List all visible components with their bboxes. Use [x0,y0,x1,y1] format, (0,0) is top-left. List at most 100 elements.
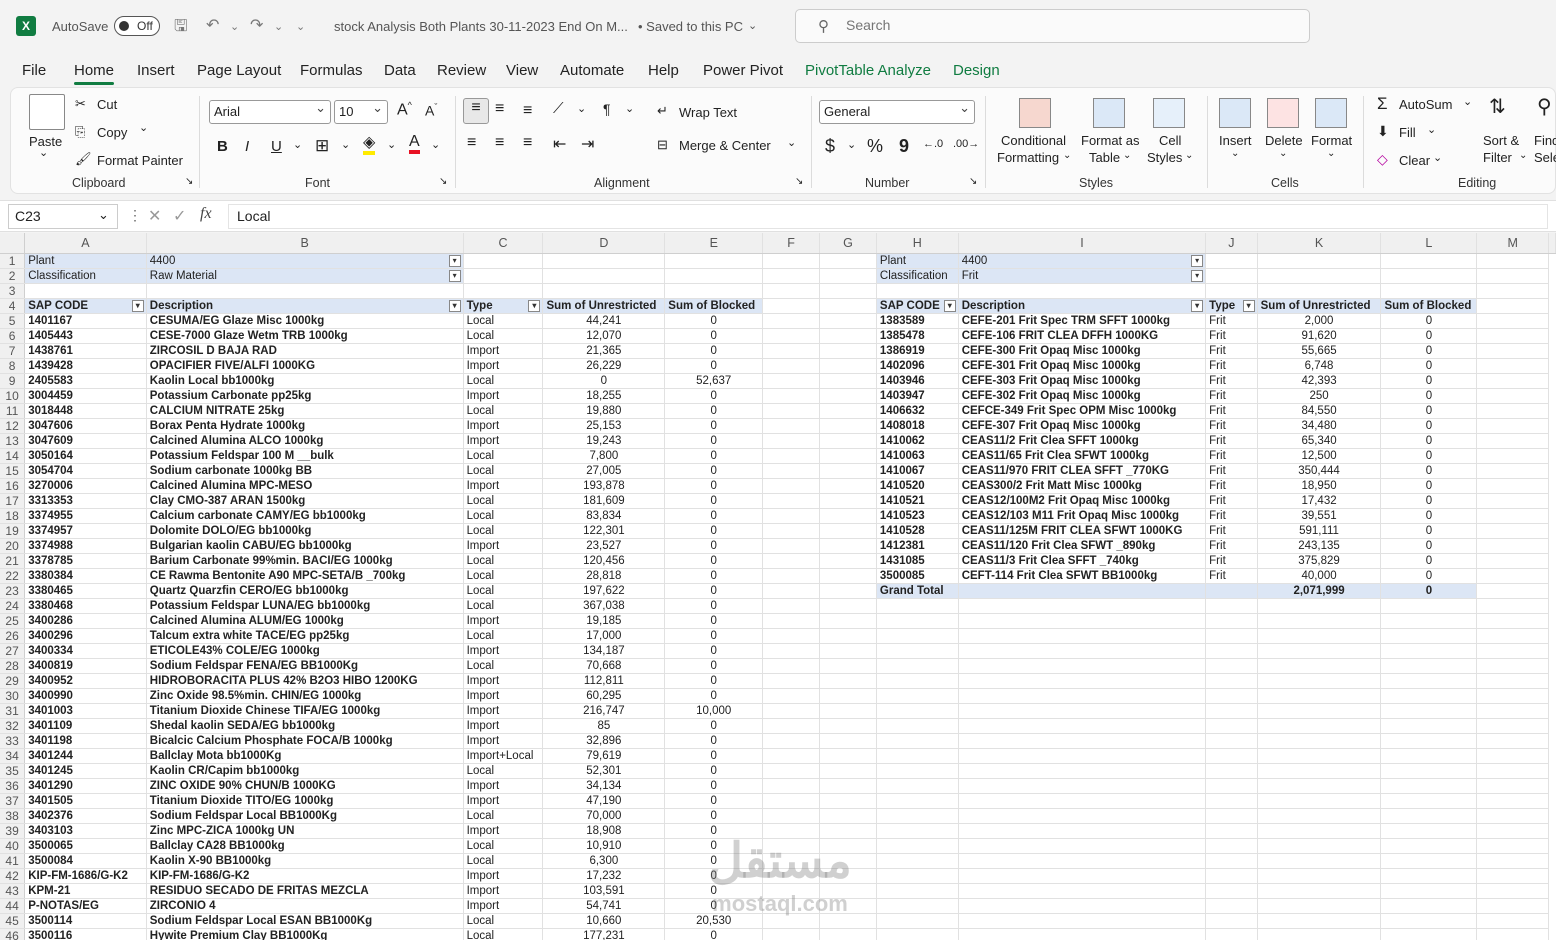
left-description[interactable]: Hywite Premium Clay BB1000Kg [146,928,464,940]
left-unrestricted[interactable]: 19,880 [542,403,666,419]
cell[interactable] [762,478,821,494]
left-blocked[interactable]: 0 [664,523,764,539]
right-unrestricted[interactable]: 250 [1257,388,1382,404]
left-unrestricted[interactable]: 34,134 [542,778,666,794]
cell[interactable] [958,628,1207,644]
align-left-icon[interactable]: ≡ [467,134,476,152]
column-header-d[interactable]: D [542,233,666,254]
clear-button[interactable]: Clear [1399,153,1430,168]
tab-design[interactable]: Design [953,62,1000,79]
cell[interactable] [819,403,877,419]
row-header[interactable]: 34 [0,748,26,764]
left-type[interactable]: Import [463,898,544,914]
right-blocked[interactable]: 0 [1380,508,1478,524]
cell[interactable] [1380,928,1478,940]
left-plant-filter[interactable]: 4400 ▾ [146,253,464,269]
right-blocked[interactable]: 0 [1380,343,1478,359]
left-type[interactable]: Local [463,568,544,584]
right-type[interactable]: Frit [1205,478,1258,494]
cell[interactable] [1476,613,1549,629]
left-sap-code[interactable]: 3378785 [24,553,147,569]
cell[interactable] [1476,628,1549,644]
cell[interactable] [1257,703,1382,719]
cell[interactable] [876,673,959,689]
left-description[interactable]: Quartz Quarzfin CERO/EG bb1000kg [146,583,464,599]
increase-indent-icon[interactable]: ⇥ [581,134,594,154]
cell[interactable] [876,748,959,764]
row-header[interactable]: 17 [0,493,26,509]
left-description[interactable]: Bicalcic Calcium Phosphate FOCA/B 1000kg [146,733,464,749]
right-blocked[interactable]: 0 [1380,493,1478,509]
left-description[interactable]: Potassium Feldspar 100 M __bulk [146,448,464,464]
cell[interactable] [1257,658,1382,674]
cell-styles-dropdown-icon[interactable]: ⌄ [1185,150,1193,161]
cell[interactable] [819,718,877,734]
left-sap-code[interactable]: 3270006 [24,478,147,494]
left-unrestricted[interactable]: 134,187 [542,643,666,659]
cell[interactable] [762,823,821,839]
left-blocked[interactable]: 0 [664,793,764,809]
fill-icon[interactable]: ⬇ [1377,123,1389,140]
cell[interactable] [819,418,877,434]
left-type[interactable]: Import [463,613,544,629]
row-header[interactable]: 14 [0,448,26,464]
left-type[interactable]: Local [463,583,544,599]
font-size-select[interactable]: 10 [334,97,388,124]
cell[interactable] [819,643,877,659]
cell[interactable] [819,763,877,779]
cell[interactable] [762,343,821,359]
left-description[interactable]: CE Rawma Bentonite A90 MPC-SETA/B _700kg [146,568,464,584]
format-as-table-button[interactable]: Format as [1081,133,1140,148]
left-unrestricted[interactable]: 19,243 [542,433,666,449]
cell[interactable] [664,253,764,269]
worksheet-grid[interactable]: A B C D E F G H I J K L M 1 Plant 4400 ▾ Plant 4400 ▾ 2 Class… [0,233,1556,940]
cell[interactable] [958,913,1207,929]
right-unrestricted[interactable]: 350,444 [1257,463,1382,479]
left-blocked[interactable]: 0 [664,313,764,329]
left-blocked[interactable]: 0 [664,733,764,749]
left-description[interactable]: Potassium Carbonate pp25kg [146,388,464,404]
cell[interactable] [1205,808,1258,824]
cell[interactable] [1476,718,1549,734]
right-blocked[interactable]: 0 [1380,373,1478,389]
left-unrestricted[interactable]: 25,153 [542,418,666,434]
left-description[interactable]: Zinc Oxide 98.5%min. CHIN/EG 1000kg [146,688,464,704]
cell[interactable] [1205,733,1258,749]
left-type[interactable]: Local [463,373,544,389]
left-type[interactable]: Import [463,538,544,554]
tab-page-layout[interactable]: Page Layout [197,62,281,79]
left-sap-code[interactable]: 3374988 [24,538,147,554]
left-type[interactable]: Import [463,358,544,374]
left-type[interactable]: Local [463,313,544,329]
right-blocked[interactable]: 0 [1380,418,1478,434]
delete-cells-button[interactable]: Delete [1265,133,1303,148]
left-blocked[interactable]: 0 [664,778,764,794]
left-blocked[interactable]: 0 [664,433,764,449]
left-description[interactable]: CALCIUM NITRATE 25kg [146,403,464,419]
left-unrestricted[interactable]: 85 [542,718,666,734]
fill-color-icon[interactable]: ◈ [363,135,376,155]
cell[interactable] [958,778,1207,794]
cell[interactable] [762,493,821,509]
right-header-description[interactable]: Description ▾ [958,298,1207,314]
cell[interactable] [1476,433,1549,449]
cell[interactable] [1476,373,1549,389]
cell[interactable] [1476,283,1549,299]
cell[interactable] [1257,613,1382,629]
right-unrestricted[interactable]: 12,500 [1257,448,1382,464]
left-blocked[interactable]: 0 [664,628,764,644]
cell[interactable] [819,688,877,704]
left-sap-code[interactable]: 3401109 [24,718,147,734]
merge-center-icon[interactable]: ⊟ [657,137,668,153]
cell[interactable] [762,613,821,629]
cell[interactable] [1380,793,1478,809]
left-description[interactable]: Sodium Feldspar FENA/EG BB1000Kg [146,658,464,674]
right-unrestricted[interactable]: 42,393 [1257,373,1382,389]
left-blocked[interactable]: 0 [664,808,764,824]
row-header[interactable]: 39 [0,823,26,839]
autosave-toggle[interactable]: Off [114,16,160,36]
cell[interactable] [463,283,544,299]
row-header[interactable]: 6 [0,328,26,344]
row-header[interactable]: 31 [0,703,26,719]
cell[interactable] [1476,508,1549,524]
